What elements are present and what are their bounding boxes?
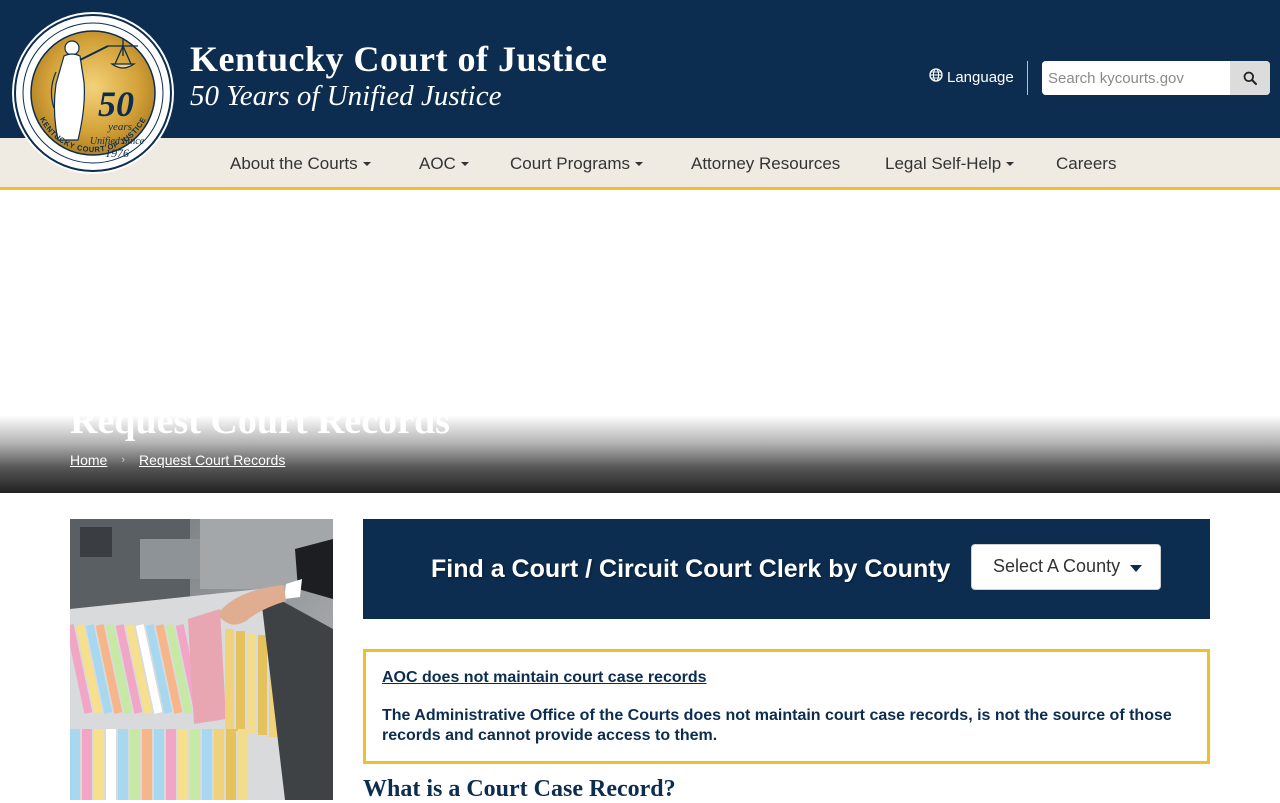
page-title: Request Court Records: [70, 400, 450, 442]
search-input[interactable]: [1042, 61, 1230, 95]
breadcrumb: Home › Request Court Records: [70, 452, 285, 468]
seal-years-text: years: [107, 121, 132, 133]
nav-label: Legal Self-Help: [885, 154, 1002, 173]
main-navigation: About the Courts AOC Court Programs Atto…: [0, 138, 1280, 190]
nav-legal-self-help[interactable]: Legal Self-Help: [885, 154, 1015, 174]
aoc-notice-link[interactable]: AOC does not maintain court case records: [382, 669, 707, 687]
breadcrumb-separator-icon: ›: [121, 454, 126, 466]
county-finder-title: Find a Court / Circuit Court Clerk by Co…: [431, 555, 951, 583]
aoc-notice-box: AOC does not maintain court case records…: [363, 649, 1210, 764]
nav-label: Attorney Resources: [691, 154, 841, 173]
globe-icon: [929, 68, 943, 86]
caret-down-icon: [460, 161, 469, 166]
county-select-label: Select A County: [993, 556, 1121, 576]
breadcrumb-current-link[interactable]: Request Court Records: [139, 452, 285, 468]
nav-label: About the Courts: [230, 154, 358, 173]
file-drawer-photo: [70, 519, 333, 800]
nav-about-the-courts[interactable]: About the Courts: [230, 154, 371, 174]
nav-court-programs[interactable]: Court Programs: [510, 154, 643, 174]
section-heading: What is a Court Case Record?: [363, 776, 676, 802]
search-form: [1042, 61, 1270, 95]
search-icon: [1243, 71, 1257, 85]
kentucky-court-seal-logo[interactable]: 50 years Unified Since 1976 KENTUCKY COU…: [12, 12, 174, 174]
caret-down-icon: [1130, 565, 1142, 572]
caret-down-icon: [634, 161, 643, 166]
aoc-notice-text: The Administrative Office of the Courts …: [382, 707, 1172, 744]
language-label: Language: [947, 68, 1014, 86]
nav-aoc[interactable]: AOC: [419, 154, 469, 174]
county-select-dropdown[interactable]: Select A County: [971, 544, 1161, 590]
seal-number: 50: [98, 84, 134, 124]
site-title[interactable]: Kentucky Court of Justice: [190, 38, 607, 80]
site-header: Kentucky Court of Justice 50 Years of Un…: [0, 0, 1280, 138]
header-divider: [1027, 61, 1028, 95]
language-button[interactable]: Language: [929, 68, 1014, 86]
caret-down-icon: [1006, 161, 1015, 166]
county-finder-panel: Find a Court / Circuit Court Clerk by Co…: [363, 519, 1210, 619]
caret-down-icon: [362, 161, 371, 166]
nav-label: Careers: [1056, 154, 1117, 173]
search-button[interactable]: [1230, 61, 1270, 95]
breadcrumb-home-link[interactable]: Home: [70, 452, 107, 468]
nav-label: Court Programs: [510, 154, 630, 173]
site-subtitle: 50 Years of Unified Justice: [190, 80, 502, 112]
nav-label: AOC: [419, 154, 456, 173]
page-hero-banner: Request Court Records Home › Request Cou…: [0, 193, 1280, 493]
nav-careers[interactable]: Careers: [1056, 154, 1116, 174]
nav-attorney-resources[interactable]: Attorney Resources: [691, 154, 840, 174]
